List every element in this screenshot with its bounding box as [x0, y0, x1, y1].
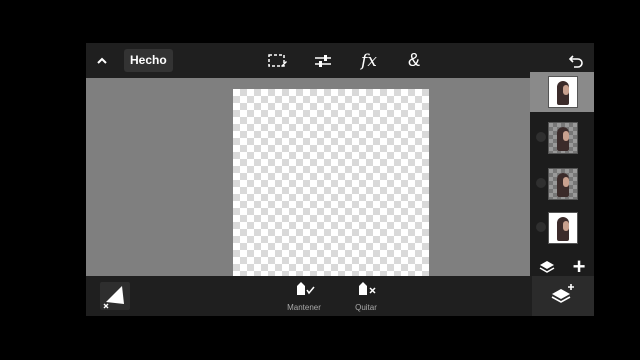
photo-editor-window: Hecho fx & + Mantener Quitar [86, 43, 594, 316]
layer-item[interactable] [530, 118, 594, 158]
layer-thumbnail [548, 212, 578, 244]
layers-panel [530, 72, 594, 276]
done-button[interactable]: Hecho [124, 49, 173, 72]
selection-icon[interactable] [266, 43, 290, 78]
remove-label: Quitar [355, 303, 377, 312]
layer-visibility-icon[interactable] [536, 222, 546, 232]
blend-icon[interactable]: & [402, 43, 426, 78]
keep-icon [297, 282, 315, 295]
transparent-canvas[interactable] [233, 89, 429, 276]
eraser-icon[interactable] [100, 282, 130, 310]
adjust-icon[interactable] [310, 43, 336, 78]
layer-visibility-icon[interactable] [536, 178, 546, 188]
layer-visibility-icon[interactable] [536, 132, 546, 142]
keep-button[interactable]: Mantener [274, 280, 334, 312]
add-layer-button[interactable]: + [569, 256, 589, 278]
remove-icon [359, 282, 376, 295]
layer-thumbnail [548, 122, 578, 154]
remove-button[interactable]: Quitar [336, 280, 396, 312]
layer-item[interactable] [530, 208, 594, 248]
layers-add-icon [551, 284, 574, 303]
keep-label: Mantener [287, 303, 321, 312]
top-toolbar: Hecho fx & [86, 43, 594, 78]
bottom-toolbar: Mantener Quitar [86, 276, 594, 316]
fx-icon[interactable]: fx [356, 43, 382, 78]
layer-item[interactable] [530, 164, 594, 204]
layers-toggle-button[interactable] [532, 276, 594, 316]
layer-item[interactable] [530, 72, 594, 112]
layer-thumbnail [548, 168, 578, 200]
layer-thumbnail [548, 76, 578, 108]
chevron-up-icon[interactable] [92, 43, 112, 78]
layers-icon[interactable] [537, 257, 557, 277]
